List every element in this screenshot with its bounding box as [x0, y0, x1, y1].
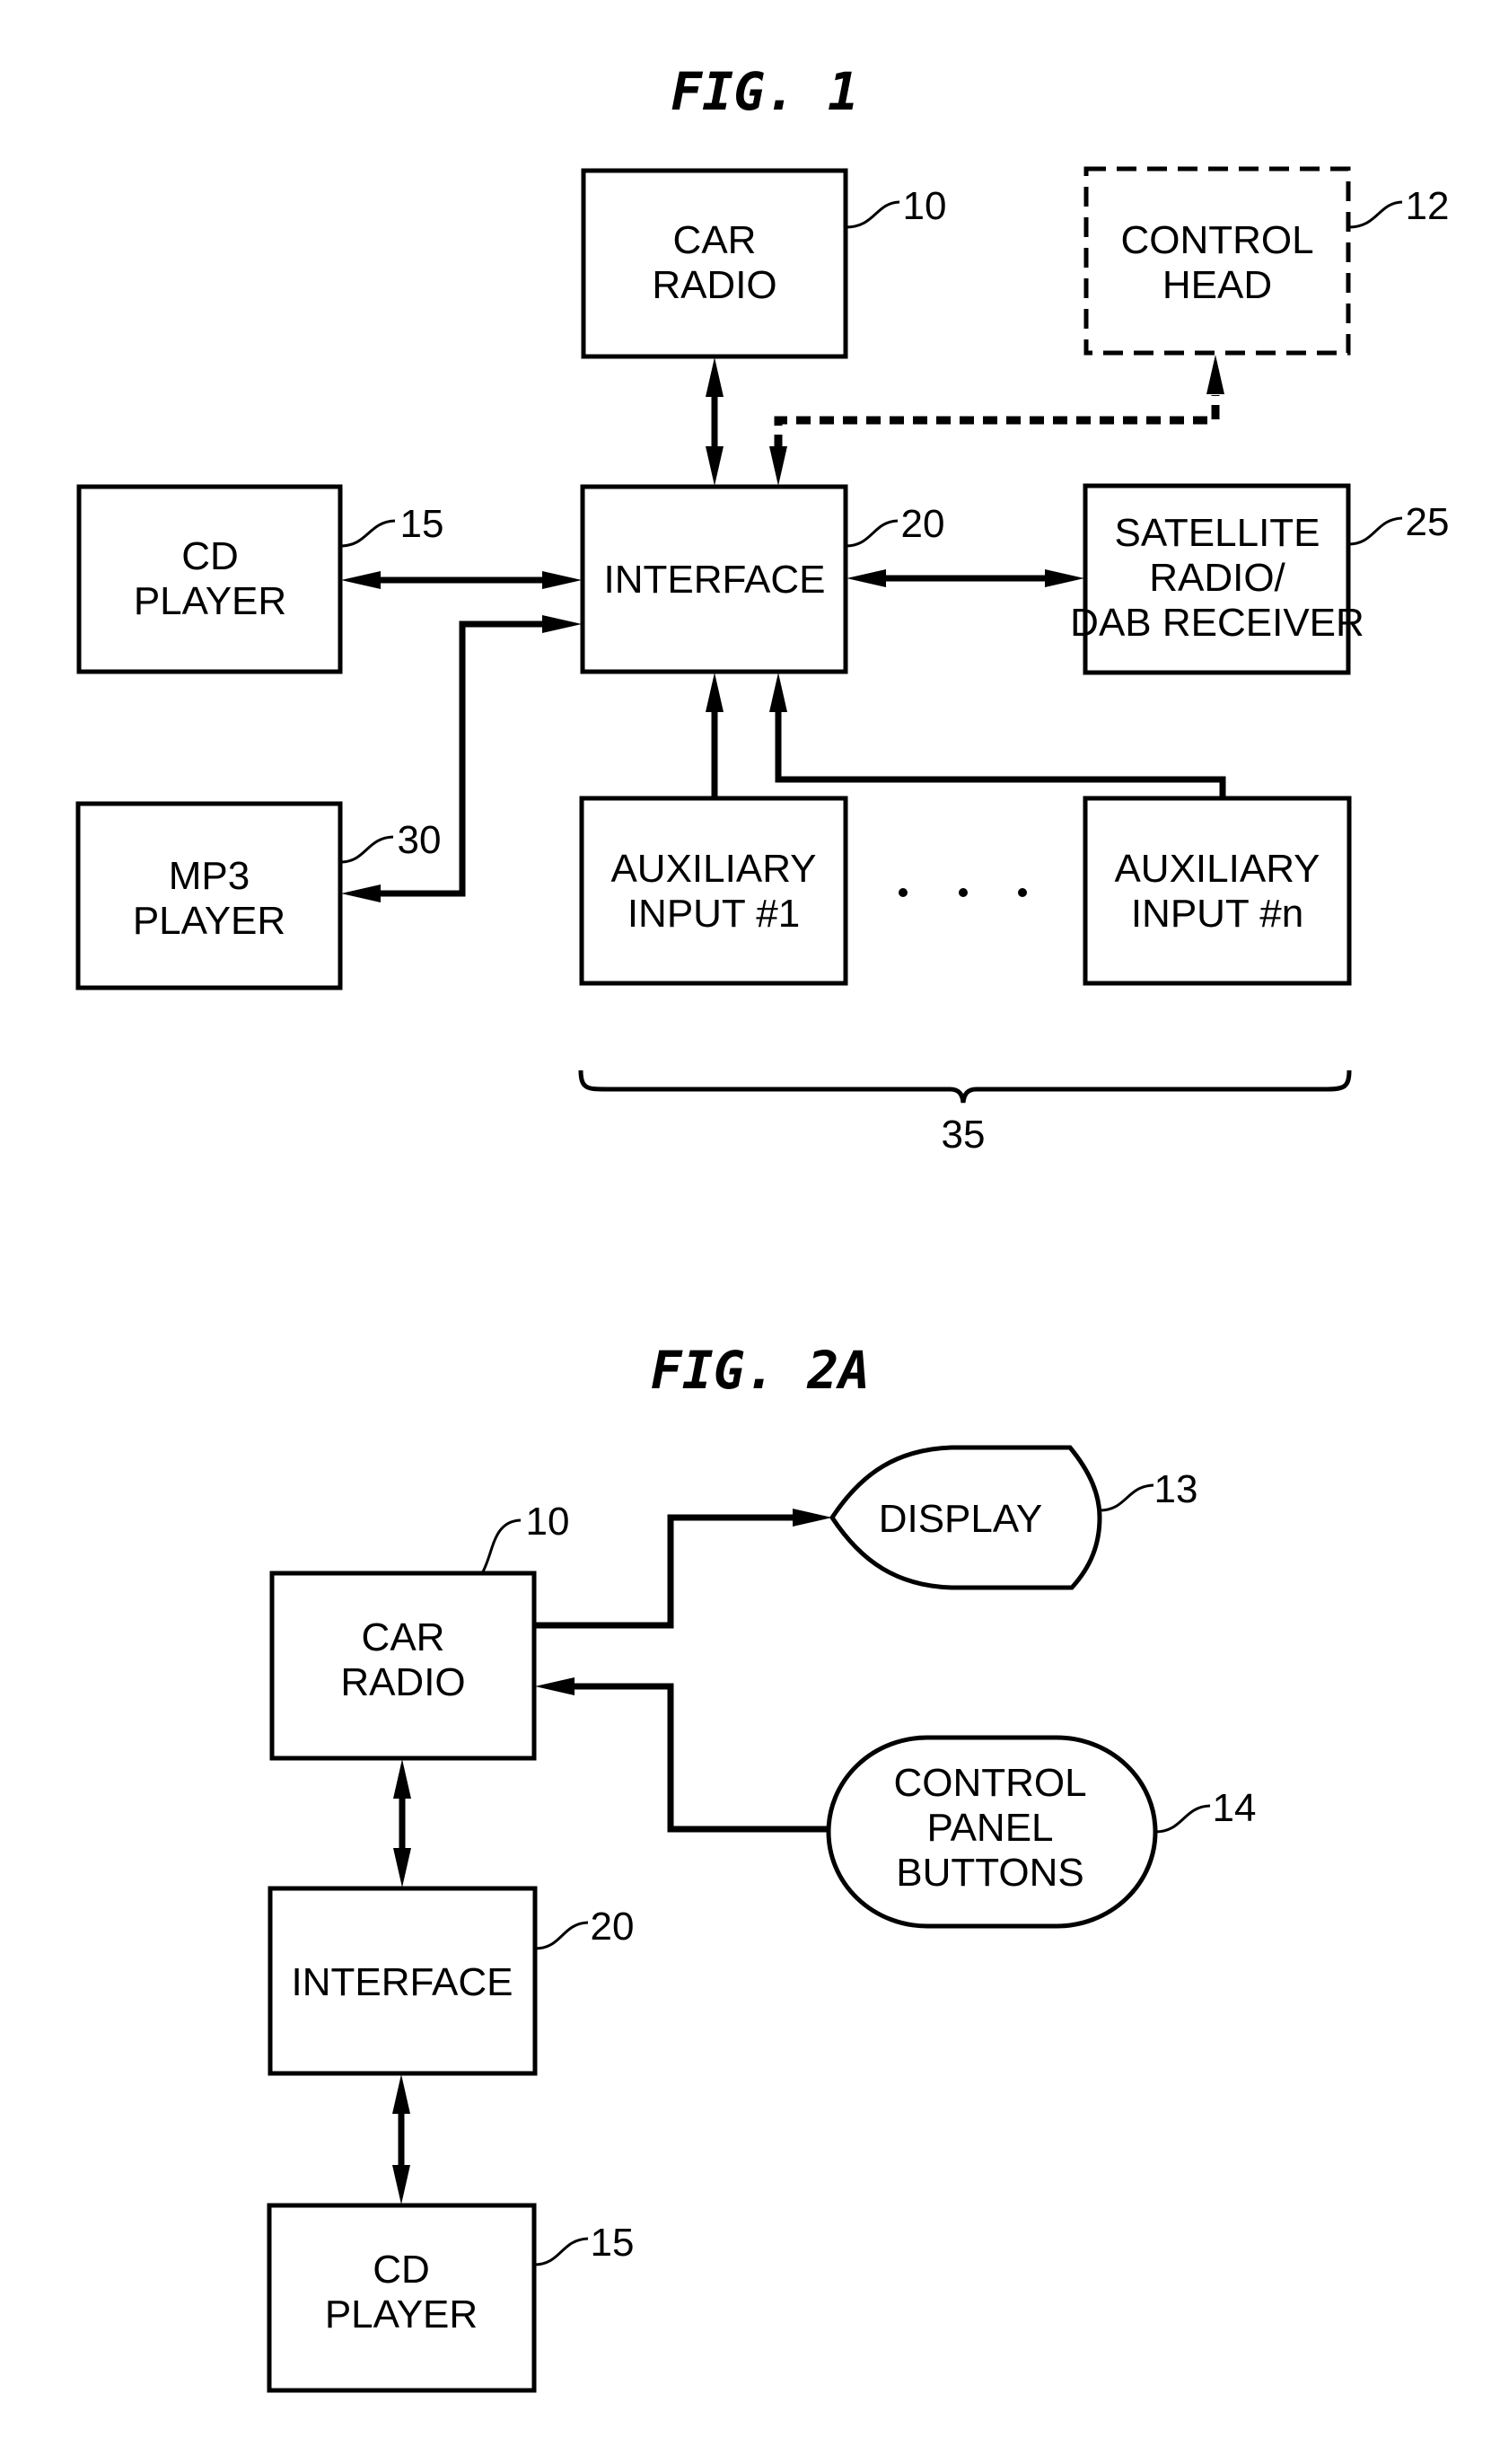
- conn-controlpanel-carradio: [567, 1683, 829, 1833]
- fig1-satellite-label-line3: DAB RECEIVER: [1070, 601, 1364, 645]
- arrowhead-left: [535, 1677, 575, 1695]
- fig2a-interface-leader: [534, 1921, 589, 1950]
- arrowhead-down: [392, 2165, 410, 2204]
- figure-2a-title: FIG. 2A: [651, 1340, 870, 1401]
- fig1-control-head-label-line1: CONTROL: [1120, 218, 1313, 262]
- fig1-satellite-label-line2: RADIO/: [1149, 556, 1285, 600]
- figure-2a: FIG. 2A CAR RADIO 10 DISPLAY 13 CONTROL …: [267, 1340, 1257, 2393]
- fig1-mp3-player-leader: [339, 835, 394, 864]
- fig1-car-radio-leader: [845, 200, 900, 229]
- conn-carradio-display: [534, 1514, 799, 1629]
- fig2a-control-panel-label-line2: PANEL: [926, 1806, 1053, 1850]
- arrowhead-up: [1206, 355, 1224, 394]
- arrowhead-up: [769, 673, 787, 712]
- fig1-satellite-leader: [1347, 516, 1403, 546]
- fig2a-control-panel-ref: 14: [1213, 1786, 1257, 1830]
- fig2a-control-panel-label-line3: BUTTONS: [896, 1851, 1083, 1895]
- fig1-car-radio-block: CAR RADIO 10: [581, 168, 947, 359]
- fig1-aux1-label-line1: AUXILIARY: [610, 847, 816, 891]
- figure-1: FIG. 1 CAR RADIO 10 CONTROL HEAD 12 CD P…: [75, 61, 1450, 1157]
- arrowhead-up: [392, 2074, 410, 2114]
- figure-1-title: FIG. 1: [671, 61, 859, 122]
- fig2a-car-radio-block: CAR RADIO 10: [269, 1500, 570, 1761]
- fig2a-cd-player-label-line2: PLAYER: [325, 2292, 478, 2336]
- fig2a-car-radio-leader: [480, 1518, 522, 1574]
- fig2a-car-radio-ref: 10: [526, 1500, 570, 1544]
- arrowhead-right: [1045, 569, 1084, 587]
- arrowhead-right: [542, 615, 582, 633]
- fig2a-control-panel-block: CONTROL PANEL BUTTONS 14: [826, 1735, 1257, 1929]
- fig1-cd-player-leader: [339, 519, 396, 548]
- fig1-interface-leader: [845, 519, 899, 548]
- fig1-ellipsis: [899, 888, 1027, 897]
- fig1-aux1-box-visible: [579, 796, 848, 986]
- fig1-satellite-block: SATELLITE RADIO/ DAB RECEIVER 25: [1070, 483, 1450, 675]
- fig2a-interface-ref: 20: [591, 1905, 635, 1949]
- fig1-cd-player-ref: 15: [400, 502, 444, 546]
- fig1-mp3-player-label-line2: PLAYER: [133, 899, 285, 943]
- arrowhead-up: [706, 357, 724, 397]
- arrowhead-left: [341, 571, 381, 589]
- fig2a-car-radio-label-line2: RADIO: [340, 1660, 465, 1704]
- fig1-auxn-label-line2: INPUT #n: [1131, 892, 1303, 936]
- fig2a-cd-player-block: CD PLAYER 15: [267, 2203, 635, 2393]
- arrowhead-down: [706, 446, 724, 486]
- fig2a-cd-player-label-line1: CD: [373, 2248, 430, 2292]
- fig1-brace: [578, 1069, 1352, 1104]
- fig1-satellite-label-line1: SATELLITE: [1114, 511, 1320, 555]
- fig2a-cd-player-ref: 15: [591, 2221, 635, 2265]
- fig1-auxn-label-line1: AUXILIARY: [1114, 847, 1320, 891]
- fig1-satellite-ref: 25: [1406, 500, 1450, 544]
- fig2a-display-leader: [1099, 1483, 1154, 1512]
- fig1-control-head-label-line2: HEAD: [1162, 263, 1272, 307]
- fig1-control-head-block: CONTROL HEAD 12: [1083, 166, 1450, 356]
- fig2a-display-ref: 13: [1154, 1467, 1198, 1511]
- fig1-mp3-player-ref: 30: [398, 818, 442, 862]
- patent-drawing-sheet: FIG. 1 CAR RADIO 10 CONTROL HEAD 12 CD P…: [75, 61, 1450, 2393]
- fig1-aux1-block: AUXILIARY INPUT #1: [579, 796, 848, 986]
- fig1-mp3-player-label-line1: MP3: [169, 854, 250, 898]
- fig2a-display-label: DISPLAY: [879, 1497, 1043, 1541]
- fig1-cd-player-label-line2: PLAYER: [134, 579, 286, 623]
- fig1-aux-group-brace: 35: [578, 1069, 1352, 1157]
- fig1-cd-player-label-line1: CD: [181, 534, 239, 578]
- fig1-auxn-block: AUXILIARY INPUT #n: [1083, 796, 1352, 986]
- fig1-group-ref: 35: [942, 1113, 986, 1157]
- arrowhead-down: [769, 446, 787, 486]
- fig1-aux1-label-line2: INPUT #1: [627, 892, 800, 936]
- fig1-car-radio-ref: 10: [903, 184, 947, 228]
- arrowhead-right: [542, 571, 582, 589]
- fig2a-interface-block: INTERFACE 20: [268, 1886, 635, 2076]
- fig2a-cd-player-leader: [533, 2237, 589, 2266]
- fig2a-car-radio-label-line1: CAR: [362, 1615, 445, 1659]
- ellipsis-dot: [1018, 888, 1027, 897]
- arrowhead-left: [341, 884, 381, 902]
- arrowhead-left: [846, 569, 886, 587]
- fig1-car-radio-label-line1: CAR: [673, 218, 757, 262]
- ellipsis-dot: [959, 888, 968, 897]
- fig2a-display-block: DISPLAY 13: [829, 1445, 1198, 1590]
- fig1-control-head-ref: 12: [1406, 184, 1450, 228]
- fig2a-interface-label: INTERFACE: [292, 1960, 513, 2004]
- arrowhead-right: [793, 1509, 832, 1527]
- arrowhead-up: [393, 1759, 411, 1799]
- arrowhead-down: [393, 1848, 411, 1888]
- fig1-auxn-box: [1083, 796, 1352, 986]
- fig1-control-head-leader: [1347, 200, 1403, 229]
- fig2a-control-panel-leader: [1154, 1804, 1211, 1834]
- fig1-car-radio-label-line2: RADIO: [652, 263, 776, 307]
- conn-interface-controlhead: [774, 395, 1220, 449]
- fig1-interface-ref: 20: [901, 502, 945, 546]
- fig2a-control-panel-label-line1: CONTROL: [893, 1761, 1086, 1805]
- ellipsis-dot: [899, 888, 908, 897]
- conn-auxn-interface: [775, 700, 1226, 798]
- fig1-interface-label: INTERFACE: [604, 558, 826, 602]
- arrowhead-up: [706, 673, 724, 712]
